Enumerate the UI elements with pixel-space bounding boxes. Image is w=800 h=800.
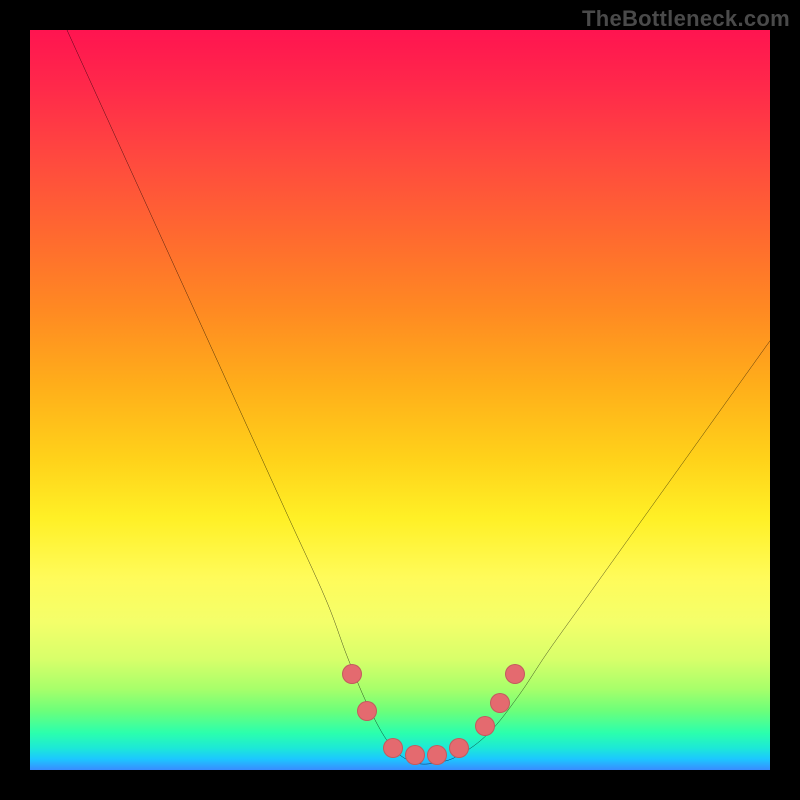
curve-marker <box>357 701 377 721</box>
curve-marker <box>383 738 403 758</box>
curve-marker <box>449 738 469 758</box>
curve-marker <box>405 745 425 765</box>
curve-marker <box>342 664 362 684</box>
watermark-label: TheBottleneck.com <box>582 6 790 32</box>
curve-marker <box>505 664 525 684</box>
curve-marker <box>475 716 495 736</box>
chart-frame: TheBottleneck.com <box>0 0 800 800</box>
plot-area <box>30 30 770 770</box>
bottleneck-curve <box>30 30 770 770</box>
